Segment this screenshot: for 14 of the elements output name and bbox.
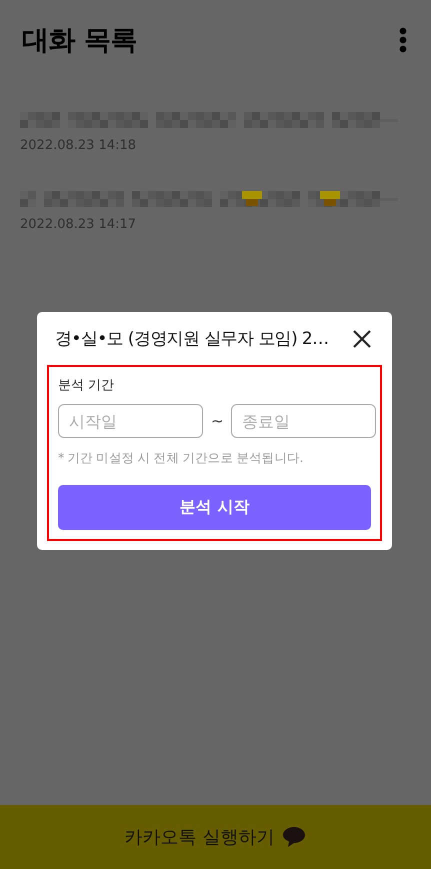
dialog-title: 경•실•모 (경영지원 실무자 모임) 2… bbox=[55, 328, 329, 350]
close-icon[interactable] bbox=[353, 330, 371, 348]
screen-title: 대화 목록 bbox=[22, 24, 137, 58]
range-separator: ~ bbox=[211, 412, 223, 430]
speech-bubble-icon bbox=[282, 826, 306, 848]
section-label: 분석 기간 bbox=[58, 377, 116, 394]
chat-time: 2022.08.23 14:17 bbox=[20, 217, 138, 232]
launch-kakaotalk-button[interactable]: 카카오톡 실행하기 bbox=[0, 805, 431, 869]
start-analysis-button[interactable]: 분석 시작 bbox=[58, 485, 371, 530]
hint-text: * 기간 미설정 시 전체 기간으로 분석됩니다. bbox=[58, 450, 304, 467]
end-date-field[interactable]: 종료일 bbox=[231, 404, 376, 438]
more-menu-icon[interactable] bbox=[399, 27, 407, 53]
chat-time: 2022.08.23 14:18 bbox=[20, 138, 138, 153]
start-date-field[interactable]: 시작일 bbox=[58, 404, 203, 438]
